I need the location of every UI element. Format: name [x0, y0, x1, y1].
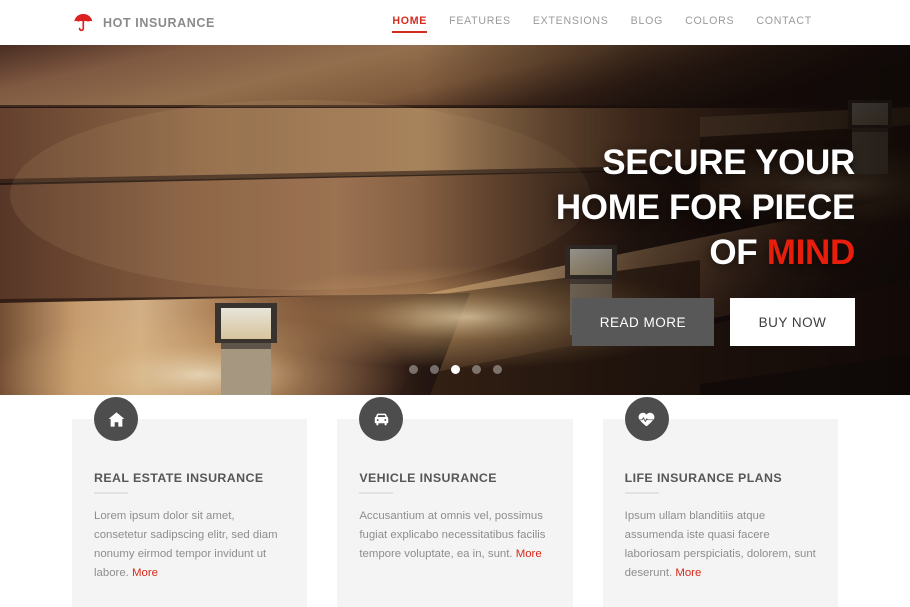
hero-headline-line3: OF MIND: [556, 230, 855, 275]
slider-dot-2[interactable]: [429, 365, 439, 374]
features-section: REAL ESTATE INSURANCE Lorem ipsum dolor …: [0, 395, 910, 607]
nav-item-extensions[interactable]: EXTENSIONS: [533, 11, 609, 34]
nav-item-home[interactable]: HOME: [392, 11, 427, 34]
feature-card-title: VEHICLE INSURANCE: [359, 471, 550, 494]
read-more-button[interactable]: READ MORE: [571, 298, 714, 346]
feature-card-life[interactable]: LIFE INSURANCE PLANS Ipsum ullam blandit…: [602, 397, 838, 607]
nav-item-contact[interactable]: CONTACT: [756, 11, 812, 34]
slider-pagination: [0, 365, 910, 374]
nav-item-colors[interactable]: COLORS: [685, 11, 734, 34]
feature-card-vehicle[interactable]: VEHICLE INSURANCE Accusantium at omnis v…: [337, 397, 573, 607]
brand-name: HOT INSURANCE: [103, 15, 215, 30]
feature-card-body: Ipsum ullam blanditiis atque assumenda i…: [624, 510, 816, 579]
slider-dot-5[interactable]: [492, 365, 502, 374]
nav-item-features[interactable]: FEATURES: [449, 11, 511, 34]
hero-headline-line2: HOME FOR PIECE: [555, 188, 855, 227]
hero-headline-line1: SECURE YOUR: [602, 143, 855, 182]
home-icon: [94, 397, 138, 441]
site-header: HOT INSURANCE HOME FEATURES EXTENSIONS B…: [0, 0, 910, 45]
feature-card-real-estate[interactable]: REAL ESTATE INSURANCE Lorem ipsum dolor …: [72, 397, 308, 607]
car-icon: [359, 397, 404, 441]
brand-logo[interactable]: HOT INSURANCE: [72, 12, 215, 34]
slider-dot-3[interactable]: [450, 365, 460, 374]
nav-item-blog[interactable]: BLOG: [631, 11, 663, 34]
slider-dot-4[interactable]: [471, 365, 481, 374]
more-link[interactable]: More: [132, 567, 158, 579]
hero-headline: SECURE YOUR HOME FOR PIECE OF MIND: [556, 140, 855, 275]
more-link[interactable]: More: [675, 567, 701, 579]
hero-button-group: READ MORE BUY NOW: [571, 298, 855, 346]
buy-now-button[interactable]: BUY NOW: [730, 298, 855, 346]
feature-card-body: Lorem ipsum dolor sit amet, consetetur s…: [94, 510, 278, 579]
main-navigation: HOME FEATURES EXTENSIONS BLOG COLORS CON…: [392, 11, 812, 34]
hero-headline-accent: MIND: [766, 233, 856, 272]
hero-slider: SECURE YOUR HOME FOR PIECE OF MIND READ …: [0, 45, 910, 395]
hero-headline-line3-prefix: OF: [709, 233, 767, 272]
umbrella-icon: [74, 13, 93, 31]
hero-content: SECURE YOUR HOME FOR PIECE OF MIND READ …: [0, 45, 910, 395]
feature-card-title: REAL ESTATE INSURANCE: [94, 471, 285, 494]
feature-card-text: Lorem ipsum dolor sit amet, consetetur s…: [94, 507, 285, 583]
feature-card-text: Accusantium at omnis vel, possimus fugia…: [359, 507, 550, 564]
feature-card-text: Ipsum ullam blanditiis atque assumenda i…: [625, 507, 816, 583]
slider-dot-1[interactable]: [408, 365, 418, 374]
more-link[interactable]: More: [516, 548, 542, 560]
heartbeat-icon: [624, 397, 669, 441]
feature-card-title: LIFE INSURANCE PLANS: [624, 471, 816, 494]
